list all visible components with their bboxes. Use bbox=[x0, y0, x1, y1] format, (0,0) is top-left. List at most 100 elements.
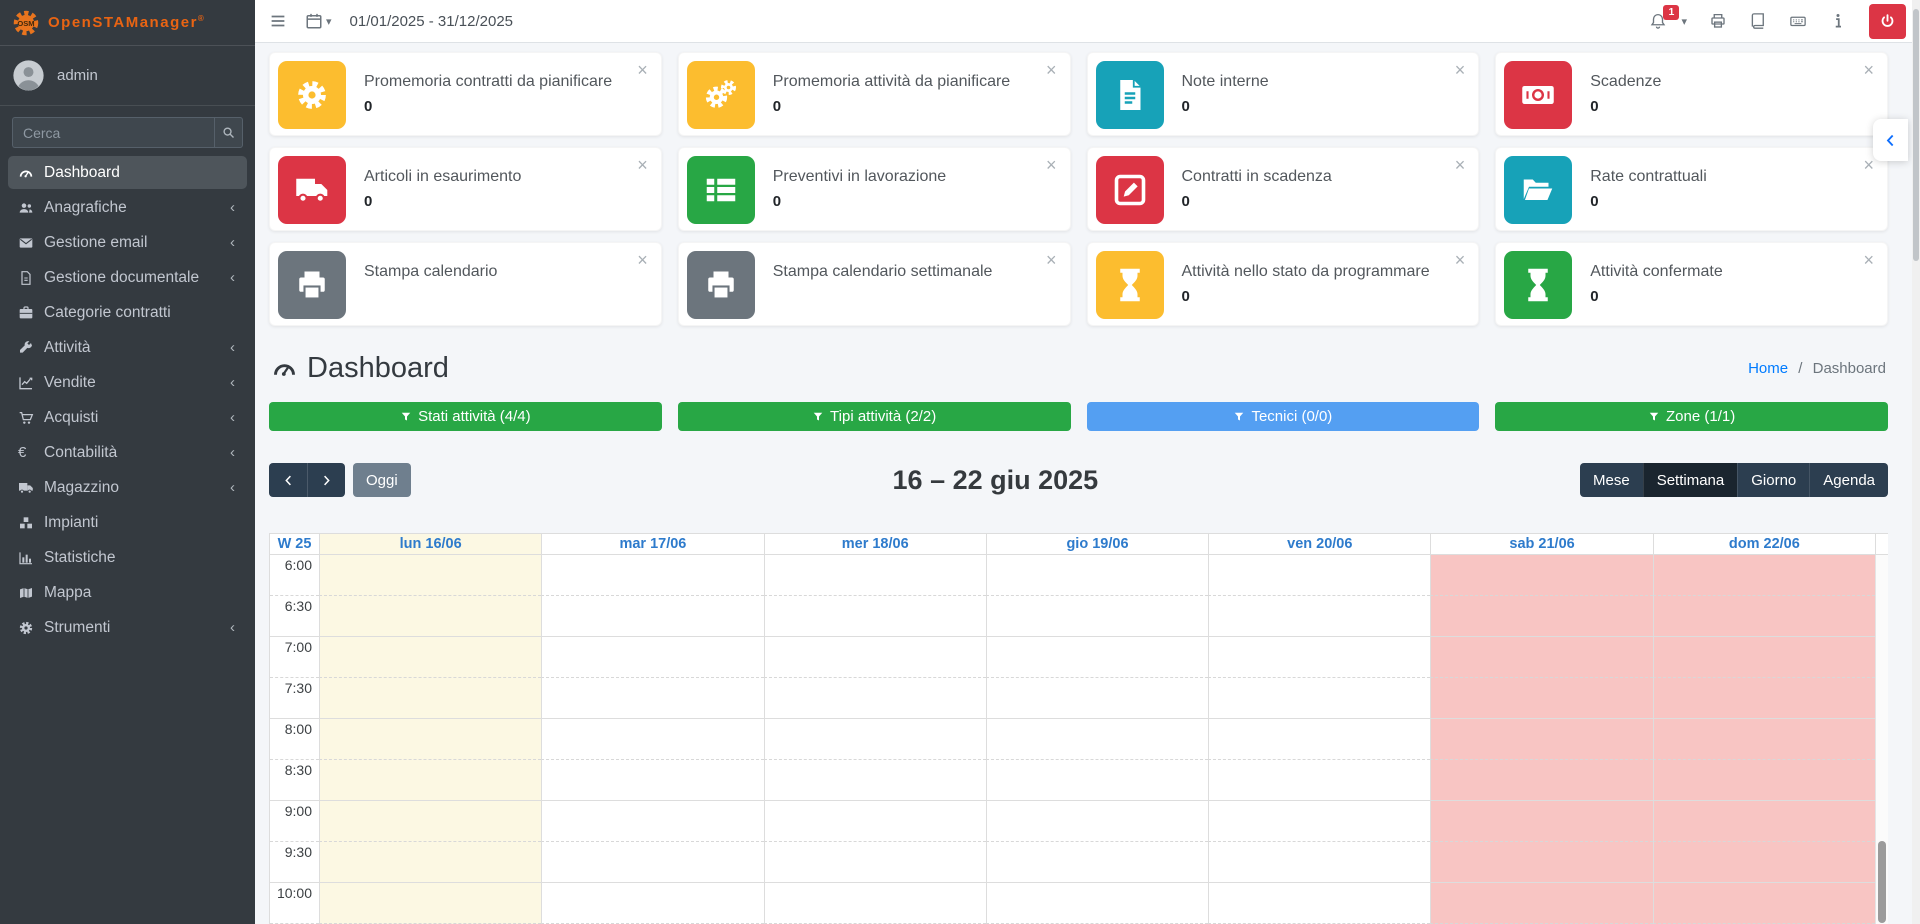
day-header-ven-20-06[interactable]: ven 20/06 bbox=[1208, 534, 1430, 554]
info-icon[interactable] bbox=[1829, 12, 1847, 30]
calendar-slot[interactable] bbox=[1208, 801, 1430, 842]
calendar-slot[interactable] bbox=[1653, 719, 1875, 760]
calendar-slot[interactable] bbox=[986, 883, 1208, 924]
calendar-slot[interactable] bbox=[319, 842, 541, 883]
calendar-slot[interactable] bbox=[764, 719, 986, 760]
day-header-sab-21-06[interactable]: sab 21/06 bbox=[1430, 534, 1652, 554]
day-header-gio-19-06[interactable]: gio 19/06 bbox=[986, 534, 1208, 554]
widget-close-icon[interactable]: × bbox=[637, 251, 648, 269]
widget-promemoria-contratti-da-pianificare[interactable]: Promemoria contratti da pianificare 0 × bbox=[269, 52, 662, 136]
calendar-slot[interactable] bbox=[986, 760, 1208, 801]
widget-close-icon[interactable]: × bbox=[1046, 61, 1057, 79]
filter-zone-1-1[interactable]: Zone (1/1) bbox=[1495, 402, 1888, 431]
calendar-slot[interactable] bbox=[764, 842, 986, 883]
search-button[interactable] bbox=[214, 117, 243, 148]
calendar-slot[interactable] bbox=[319, 555, 541, 596]
calendar-slot[interactable] bbox=[1653, 555, 1875, 596]
widget-stampa-calendario-settimanale[interactable]: Stampa calendario settimanale × bbox=[678, 242, 1071, 326]
widget-close-icon[interactable]: × bbox=[637, 156, 648, 174]
notifications-bell-icon[interactable]: 1 ▾ bbox=[1649, 12, 1687, 30]
calendar-slot[interactable] bbox=[1208, 678, 1430, 719]
calendar-slot[interactable] bbox=[1653, 883, 1875, 924]
calendar-scrollbar-thumb[interactable] bbox=[1878, 841, 1886, 923]
widget-rate-contrattuali[interactable]: Rate contrattuali 0 × bbox=[1495, 147, 1888, 231]
filter-tecnici-0-0[interactable]: Tecnici (0/0) bbox=[1087, 402, 1480, 431]
widget-close-icon[interactable]: × bbox=[1863, 251, 1874, 269]
app-logo[interactable]: OSM OpenSTAManager® bbox=[0, 0, 255, 46]
sidebar-item-statistiche[interactable]: Statistiche bbox=[8, 541, 247, 574]
calendar-slot[interactable] bbox=[1208, 637, 1430, 678]
calendar-slot[interactable] bbox=[541, 678, 763, 719]
calendar-slot[interactable] bbox=[1430, 555, 1652, 596]
sidebar-item-magazzino[interactable]: Magazzino ‹ bbox=[8, 471, 247, 504]
filter-tipi-attivit-2-2[interactable]: Tipi attività (2/2) bbox=[678, 402, 1071, 431]
calendar-slot[interactable] bbox=[764, 801, 986, 842]
print-icon[interactable] bbox=[1709, 12, 1727, 30]
calendar-slot[interactable] bbox=[986, 842, 1208, 883]
calendar-prev-button[interactable] bbox=[269, 463, 307, 497]
calendar-slot[interactable] bbox=[319, 596, 541, 637]
sidebar-item-contabilit[interactable]: € Contabilità ‹ bbox=[8, 436, 247, 469]
view-giorno-button[interactable]: Giorno bbox=[1737, 463, 1809, 497]
calendar-slot[interactable] bbox=[1430, 637, 1652, 678]
logout-power-button[interactable] bbox=[1869, 4, 1906, 39]
calendar-slot[interactable] bbox=[1430, 719, 1652, 760]
period-selector[interactable]: 01/01/2025 - 31/12/2025 bbox=[350, 13, 513, 30]
breadcrumb-home-link[interactable]: Home bbox=[1748, 360, 1788, 377]
day-header-dom-22-06[interactable]: dom 22/06 bbox=[1653, 534, 1875, 554]
calendar-slot[interactable] bbox=[319, 678, 541, 719]
widget-close-icon[interactable]: × bbox=[1455, 251, 1466, 269]
calendar-slot[interactable] bbox=[541, 760, 763, 801]
calendar-slot[interactable] bbox=[541, 637, 763, 678]
widget-close-icon[interactable]: × bbox=[1046, 156, 1057, 174]
widget-attivit-nello-stato-da-programmare[interactable]: Attività nello stato da programmare 0 × bbox=[1087, 242, 1480, 326]
hamburger-menu-icon[interactable] bbox=[269, 12, 287, 30]
calendar-slot[interactable] bbox=[764, 637, 986, 678]
calendar-dropdown-icon[interactable]: ▾ bbox=[305, 12, 332, 30]
docs-book-icon[interactable] bbox=[1749, 12, 1767, 30]
calendar-slot[interactable] bbox=[541, 883, 763, 924]
sidebar-item-mappa[interactable]: Mappa bbox=[8, 576, 247, 609]
widget-preventivi-in-lavorazione[interactable]: Preventivi in lavorazione 0 × bbox=[678, 147, 1071, 231]
calendar-slot[interactable] bbox=[986, 596, 1208, 637]
calendar-slot[interactable] bbox=[1430, 801, 1652, 842]
sidebar-item-categorie-contratti[interactable]: Categorie contratti bbox=[8, 296, 247, 329]
calendar-slot[interactable] bbox=[986, 801, 1208, 842]
calendar-slot[interactable] bbox=[986, 678, 1208, 719]
widget-attivit-confermate[interactable]: Attività confermate 0 × bbox=[1495, 242, 1888, 326]
calendar-slot[interactable] bbox=[764, 883, 986, 924]
calendar-slot[interactable] bbox=[541, 596, 763, 637]
calendar-slot[interactable] bbox=[1430, 678, 1652, 719]
filter-stati-attivit-4-4[interactable]: Stati attività (4/4) bbox=[269, 402, 662, 431]
calendar-slot[interactable] bbox=[764, 760, 986, 801]
view-mese-button[interactable]: Mese bbox=[1580, 463, 1643, 497]
calendar-slot[interactable] bbox=[319, 801, 541, 842]
sidebar-item-impianti[interactable]: Impianti bbox=[8, 506, 247, 539]
calendar-slot[interactable] bbox=[541, 801, 763, 842]
day-header-mer-18-06[interactable]: mer 18/06 bbox=[764, 534, 986, 554]
calendar-next-button[interactable] bbox=[307, 463, 345, 497]
calendar-today-button[interactable]: Oggi bbox=[353, 463, 411, 497]
view-agenda-button[interactable]: Agenda bbox=[1809, 463, 1888, 497]
sidebar-item-gestione-email[interactable]: Gestione email ‹ bbox=[8, 226, 247, 259]
calendar-slot[interactable] bbox=[1653, 596, 1875, 637]
calendar-slot[interactable] bbox=[986, 555, 1208, 596]
widget-scadenze[interactable]: Scadenze 0 × bbox=[1495, 52, 1888, 136]
calendar-slot[interactable] bbox=[1430, 596, 1652, 637]
widget-note-interne[interactable]: Note interne 0 × bbox=[1087, 52, 1480, 136]
widget-close-icon[interactable]: × bbox=[1455, 61, 1466, 79]
calendar-slot[interactable] bbox=[1430, 842, 1652, 883]
keyboard-shortcuts-icon[interactable] bbox=[1789, 12, 1807, 30]
day-header-mar-17-06[interactable]: mar 17/06 bbox=[541, 534, 763, 554]
sidebar-item-vendite[interactable]: Vendite ‹ bbox=[8, 366, 247, 399]
widget-close-icon[interactable]: × bbox=[1046, 251, 1057, 269]
calendar-slot[interactable] bbox=[1208, 842, 1430, 883]
sidebar-item-gestione-documentale[interactable]: Gestione documentale ‹ bbox=[8, 261, 247, 294]
calendar-slot[interactable] bbox=[541, 842, 763, 883]
calendar-slot[interactable] bbox=[1653, 801, 1875, 842]
calendar-slot[interactable] bbox=[764, 555, 986, 596]
widget-promemoria-attivit-da-pianificare[interactable]: Promemoria attività da pianificare 0 × bbox=[678, 52, 1071, 136]
calendar-slot[interactable] bbox=[1430, 760, 1652, 801]
sidebar-item-anagrafiche[interactable]: Anagrafiche ‹ bbox=[8, 191, 247, 224]
widget-close-icon[interactable]: × bbox=[637, 61, 648, 79]
